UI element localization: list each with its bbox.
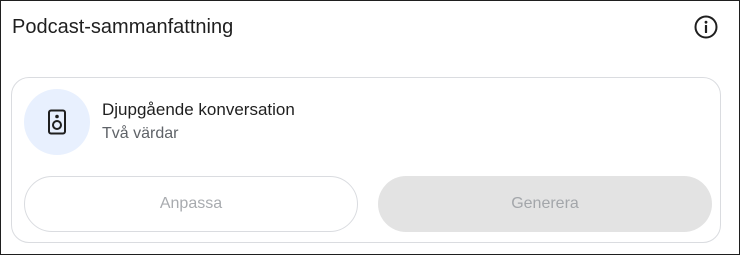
- panel-title: Podcast-sammanfattning: [12, 16, 234, 38]
- customize-button[interactable]: Anpassa: [24, 176, 358, 232]
- podcast-format-card: Djupgående konversation Två värdar Anpas…: [11, 77, 721, 243]
- format-text: Djupgående konversation Två värdar: [102, 99, 295, 145]
- podcast-summary-panel: Podcast-sammanfattning Djupgående konver…: [0, 0, 740, 255]
- info-icon: [694, 15, 718, 39]
- generate-button[interactable]: Generera: [378, 176, 712, 232]
- format-subtitle: Två värdar: [102, 125, 179, 142]
- format-title: Djupgående konversation: [102, 100, 295, 119]
- info-button[interactable]: [693, 14, 719, 40]
- format-option[interactable]: Djupgående konversation Två värdar: [24, 89, 295, 155]
- speaker-icon-badge: [24, 89, 90, 155]
- speaker-icon: [48, 109, 66, 135]
